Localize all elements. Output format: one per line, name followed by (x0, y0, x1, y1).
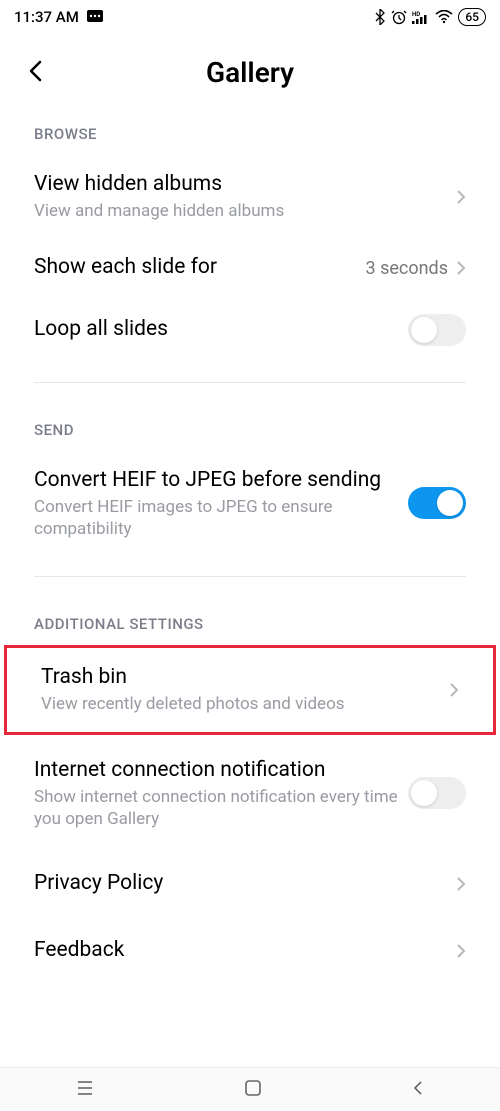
setting-trash-bin[interactable]: Trash bin View recently deleted photos a… (7, 648, 493, 731)
chevron-right-icon (456, 943, 466, 959)
setting-internet-notification[interactable]: Internet connection notification Show in… (0, 735, 500, 846)
setting-feedback[interactable]: Feedback (0, 921, 500, 980)
toggle-internet-notification[interactable] (408, 777, 466, 809)
alarm-icon (391, 9, 407, 25)
item-title: View hidden albums (34, 171, 456, 198)
section-header-browse: BROWSE (0, 107, 500, 155)
setting-privacy-policy[interactable]: Privacy Policy (0, 846, 500, 921)
item-subtitle: View recently deleted photos and videos (41, 693, 449, 715)
back-button[interactable] (28, 59, 44, 87)
status-bar: 11:37 AM HD 65 (0, 0, 500, 30)
toggle-loop-slides[interactable] (408, 314, 466, 346)
toggle-convert-heif[interactable] (408, 487, 466, 519)
status-time: 11:37 AM (14, 8, 79, 26)
item-title: Loop all slides (34, 316, 408, 343)
square-icon (244, 1079, 262, 1097)
highlight-box: Trash bin View recently deleted photos a… (4, 645, 496, 734)
setting-slide-duration[interactable]: Show each slide for 3 seconds (0, 238, 500, 297)
chevron-left-icon (411, 1079, 425, 1097)
nav-menu-button[interactable] (75, 1080, 95, 1100)
bluetooth-icon (374, 9, 386, 25)
item-title: Feedback (34, 937, 456, 964)
page-title: Gallery (18, 56, 482, 89)
item-title: Show each slide for (34, 254, 366, 281)
chevron-right-icon (456, 189, 466, 205)
wifi-icon (435, 10, 453, 24)
section-header-additional: ADDITIONAL SETTINGS (0, 597, 500, 645)
item-title: Privacy Policy (34, 870, 456, 897)
svg-text:HD: HD (412, 11, 420, 18)
chevron-left-icon (28, 59, 44, 83)
setting-loop-slides[interactable]: Loop all slides (0, 298, 500, 362)
item-title: Trash bin (41, 664, 449, 691)
item-subtitle: View and manage hidden albums (34, 200, 456, 222)
divider (34, 382, 466, 383)
setting-hidden-albums[interactable]: View hidden albums View and manage hidde… (0, 155, 500, 238)
message-icon (87, 10, 103, 24)
menu-icon (75, 1080, 95, 1096)
chevron-right-icon (449, 682, 459, 698)
item-title: Internet connection notification (34, 757, 408, 784)
header: Gallery (0, 30, 500, 107)
nav-bar (0, 1067, 500, 1111)
signal-icon: HD (412, 10, 430, 24)
nav-back-button[interactable] (411, 1079, 425, 1101)
nav-home-button[interactable] (244, 1079, 262, 1101)
divider (34, 576, 466, 577)
section-header-send: SEND (0, 403, 500, 451)
setting-convert-heif[interactable]: Convert HEIF to JPEG before sending Conv… (0, 451, 500, 556)
chevron-right-icon (456, 876, 466, 892)
item-title: Convert HEIF to JPEG before sending (34, 467, 408, 494)
item-value: 3 seconds (366, 258, 449, 279)
battery-indicator: 65 (458, 8, 486, 26)
item-subtitle: Convert HEIF images to JPEG to ensure co… (34, 496, 408, 540)
item-subtitle: Show internet connection notification ev… (34, 786, 408, 830)
chevron-right-icon (456, 260, 466, 276)
